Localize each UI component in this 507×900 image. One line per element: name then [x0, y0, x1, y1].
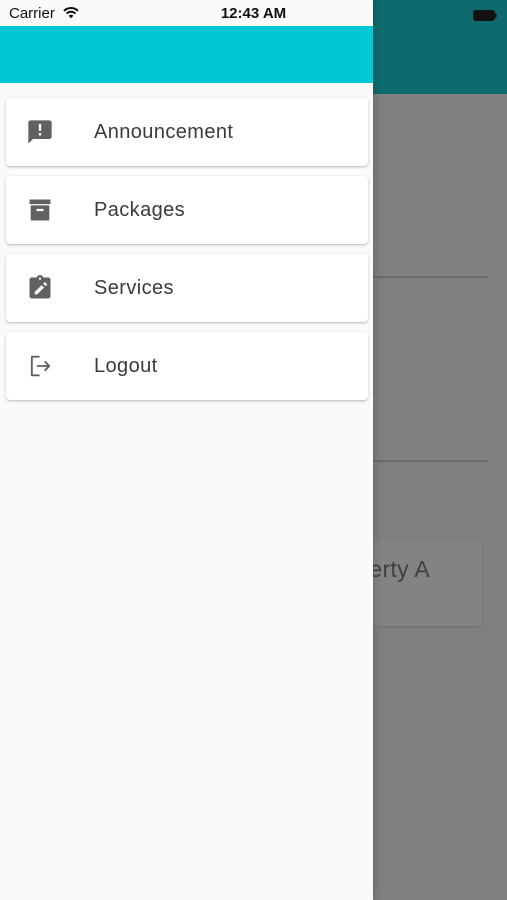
background-property-card: erty A [360, 540, 482, 626]
navigation-drawer: Announcement Packages Services Logout [0, 0, 373, 900]
menu-item-label: Logout [94, 355, 158, 377]
menu-item-services[interactable]: Services [6, 254, 368, 322]
logout-icon [26, 352, 54, 380]
menu-item-announcement[interactable]: Announcement [6, 98, 368, 166]
battery-icon [473, 8, 497, 21]
menu-item-label: Packages [94, 199, 186, 221]
background-divider [372, 276, 488, 278]
drawer-menu: Announcement Packages Services Logout [6, 98, 368, 410]
menu-item-logout[interactable]: Logout [6, 332, 368, 400]
drawer-header [0, 26, 373, 83]
menu-item-packages[interactable]: Packages [6, 176, 368, 244]
status-time: 12:43 AM [220, 5, 287, 22]
status-bar: Carrier 12:43 AM [0, 0, 507, 26]
menu-item-label: Announcement [94, 121, 234, 143]
archive-icon [26, 196, 54, 224]
background-divider [372, 460, 488, 462]
announcement-icon [26, 118, 54, 146]
menu-item-label: Services [94, 277, 174, 299]
assignment-icon [26, 274, 54, 302]
